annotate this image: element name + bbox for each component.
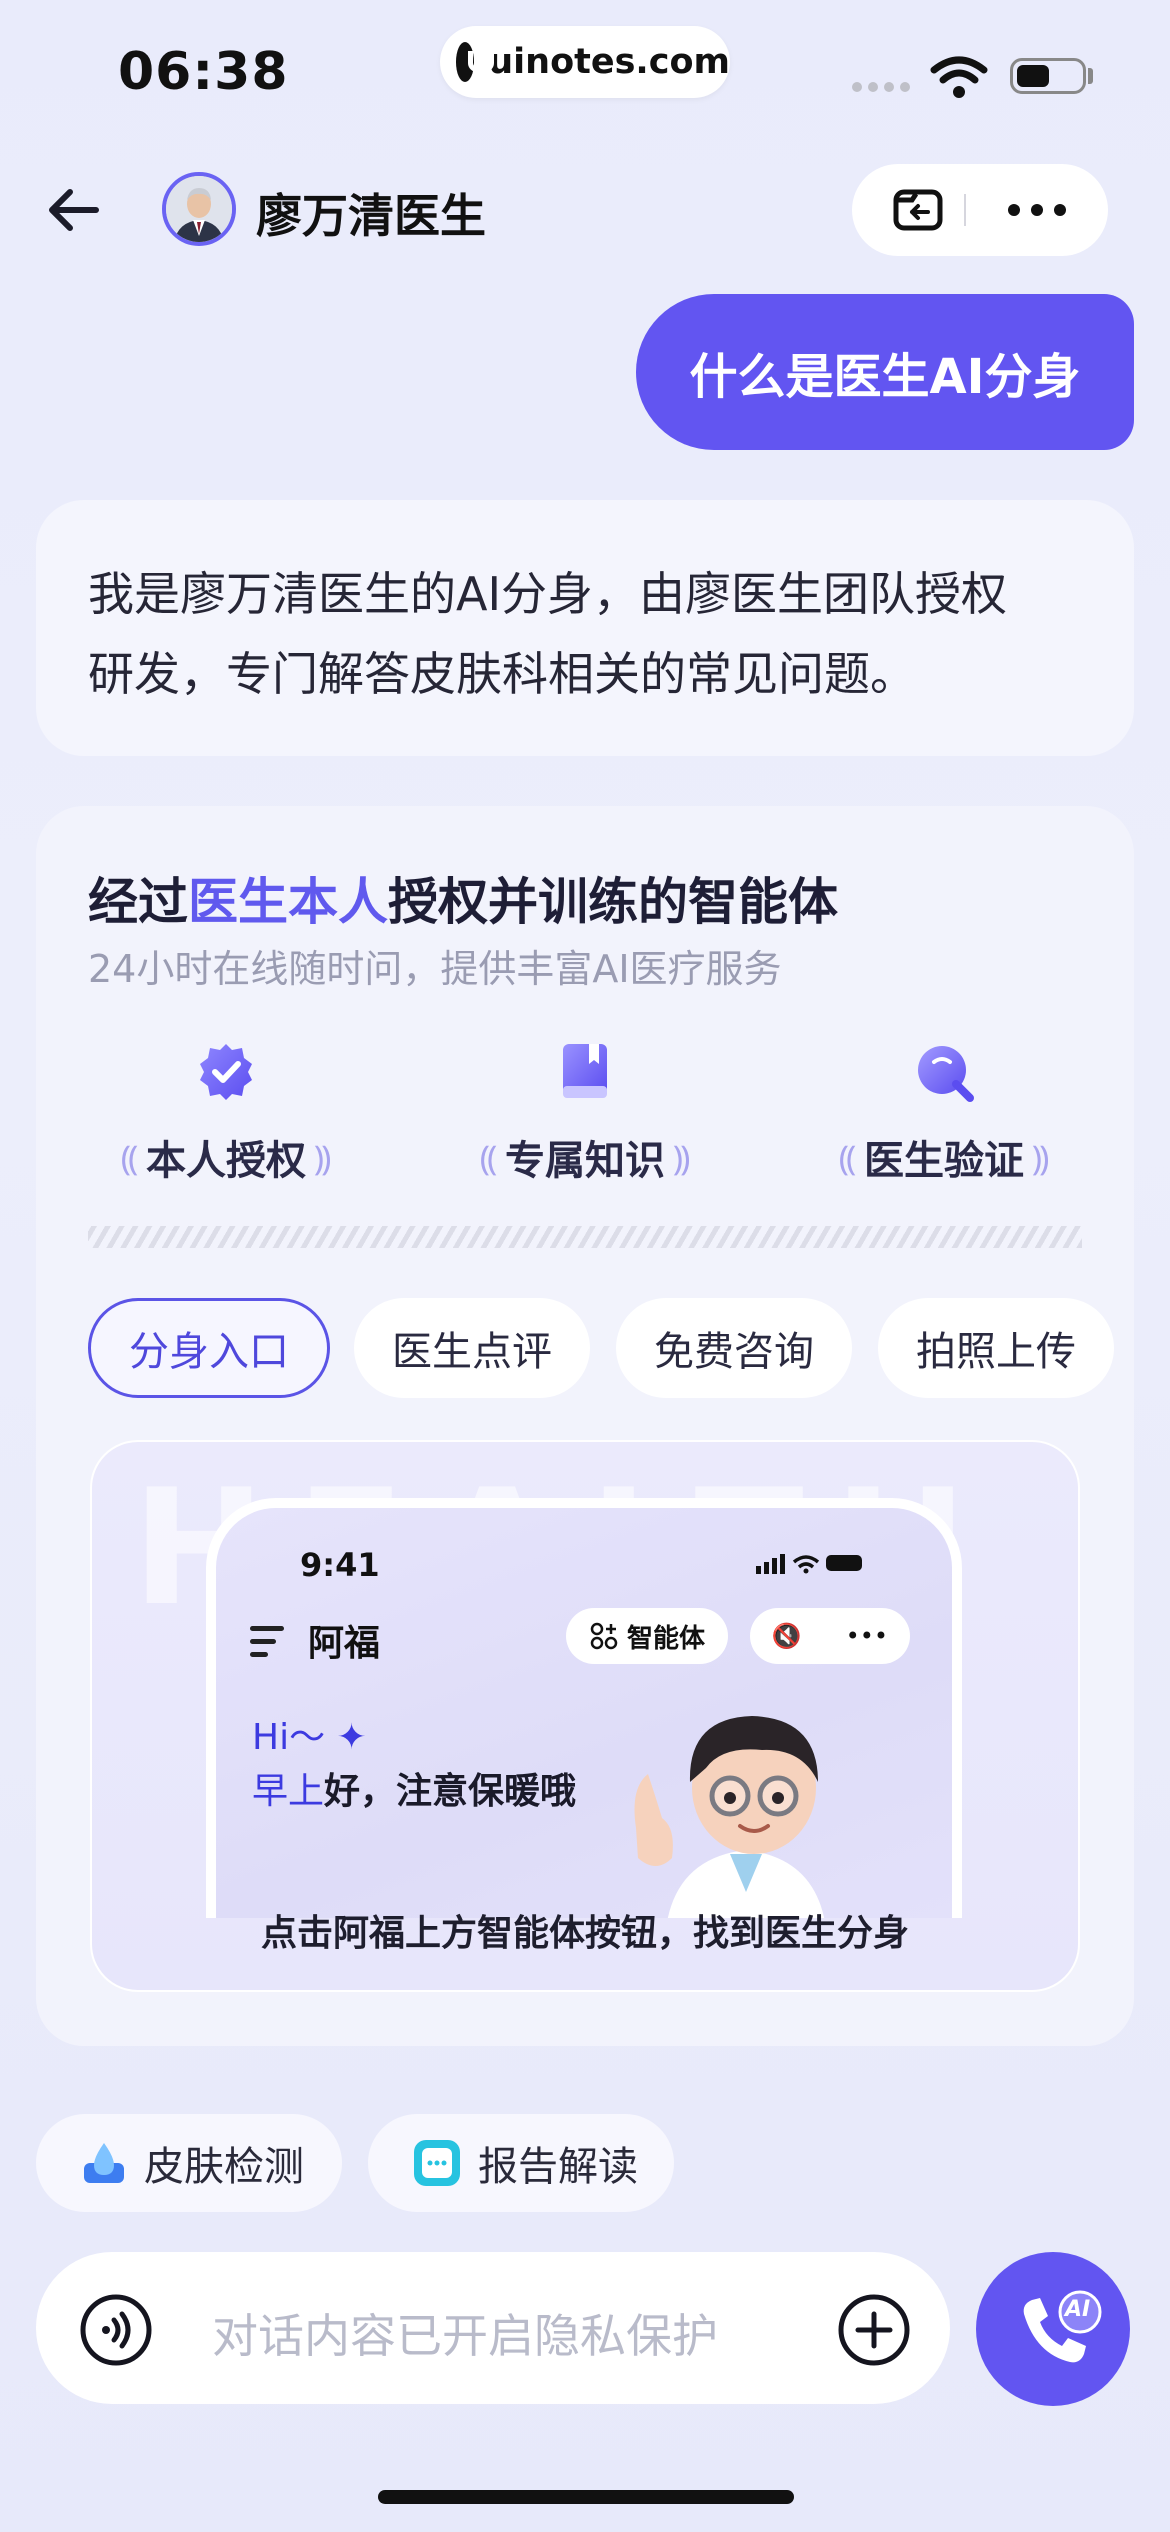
mockup-menu-icon bbox=[250, 1626, 284, 1665]
mockup-time: 9:41 bbox=[300, 1546, 380, 1584]
card-subtitle: 24小时在线随时问，提供丰富AI医疗服务 bbox=[88, 947, 782, 991]
mockup-mute-more: 🔇 ••• bbox=[750, 1608, 910, 1664]
more-icon[interactable] bbox=[1002, 200, 1072, 220]
avatar-entry-promo[interactable]: HEALTH 9:41 阿福 智能体 🔇 ••• Hi～ ✦ 早上好，注意保暖哦 bbox=[90, 1440, 1080, 1992]
add-icon[interactable] bbox=[836, 2292, 912, 2368]
feature-verified: ⸨ 医生验证 ⸩ bbox=[814, 1040, 1074, 1186]
url-pill: uinotes.com bbox=[440, 26, 730, 98]
phone-call-icon bbox=[1023, 2290, 1102, 2363]
battery-icon bbox=[1010, 58, 1086, 94]
quick-skin-check[interactable]: 皮肤检测 bbox=[36, 2114, 342, 2212]
battery-cap bbox=[1088, 68, 1093, 84]
feature-label: 医生验证 bbox=[864, 1138, 1024, 1184]
home-indicator bbox=[378, 2490, 794, 2504]
doctor-name[interactable]: 廖万清医生 bbox=[256, 180, 486, 246]
card-title: 经过医生本人授权并训练的智能体 bbox=[88, 873, 838, 931]
doctor-avatar[interactable] bbox=[162, 172, 236, 246]
back-arrow-icon[interactable] bbox=[44, 180, 104, 240]
mute-icon: 🔇 bbox=[771, 1622, 802, 1650]
feature-authorized: ⸨ 本人授权 ⸩ bbox=[96, 1040, 356, 1186]
quick-report-interpret[interactable]: 报告解读 bbox=[368, 2114, 674, 2212]
cellular-signal-icon bbox=[852, 82, 910, 92]
ai-badge: AI bbox=[1065, 2297, 1091, 2322]
mockup-greeting: 早上好，注意保暖哦 bbox=[252, 1771, 577, 1812]
card-title-highlight: 医生本人 bbox=[188, 873, 388, 931]
wifi-icon bbox=[930, 56, 988, 98]
afu-cartoon-doctor-icon bbox=[634, 1716, 825, 1918]
mockup-agent-button: 智能体 bbox=[566, 1608, 728, 1664]
tab-free-consult[interactable]: 免费咨询 bbox=[616, 1298, 852, 1398]
header-actions bbox=[852, 164, 1108, 256]
header-separator bbox=[964, 194, 966, 226]
folder-back-icon[interactable] bbox=[888, 180, 948, 240]
message-input[interactable]: 对话内容已开启隐私保护 bbox=[212, 2300, 718, 2366]
mockup-agent-label: 智能体 bbox=[626, 1623, 705, 1654]
feature-knowledge: ⸨ 专属知识 ⸩ bbox=[455, 1040, 715, 1186]
feature-label: 本人授权 bbox=[146, 1138, 306, 1184]
shield-check-icon bbox=[200, 1044, 252, 1100]
ai-message-line: 研发，专门解答皮肤科相关的常见问题。 bbox=[88, 647, 916, 701]
mockup-more-icon: ••• bbox=[845, 1622, 889, 1650]
url-text: uinotes.com bbox=[488, 42, 730, 82]
divider-hatch bbox=[88, 1226, 1082, 1248]
agent-grid-icon bbox=[590, 1622, 618, 1650]
ai-call-button[interactable]: AI bbox=[976, 2252, 1130, 2406]
voice-input-icon[interactable] bbox=[78, 2292, 154, 2368]
tab-avatar-entry[interactable]: 分身入口 bbox=[88, 1298, 330, 1398]
mockup-hi: Hi～ ✦ bbox=[252, 1717, 367, 1758]
quick-action-label: 报告解读 bbox=[478, 2144, 638, 2190]
feature-label: 专属知识 bbox=[505, 1138, 665, 1184]
uinotes-logo-icon bbox=[456, 42, 495, 82]
mockup-assistant-name: 阿福 bbox=[308, 1623, 381, 1664]
report-chat-icon bbox=[414, 2140, 460, 2186]
ai-message-bubble[interactable]: 我是廖万清医生的AI分身，由廖医生团队授权 研发，专门解答皮肤科相关的常见问题。 bbox=[36, 500, 1134, 756]
book-icon bbox=[563, 1044, 607, 1098]
magnifier-icon bbox=[918, 1046, 974, 1102]
ai-message-line: 我是廖万清医生的AI分身，由廖医生团队授权 bbox=[88, 567, 1008, 621]
doctor-portrait-icon bbox=[166, 176, 232, 242]
tab-doctor-review[interactable]: 医生点评 bbox=[354, 1298, 590, 1398]
quick-action-label: 皮肤检测 bbox=[144, 2144, 304, 2190]
skin-drop-icon bbox=[84, 2143, 124, 2183]
status-time: 06:38 bbox=[118, 42, 289, 102]
phone-mockup: 9:41 阿福 智能体 🔇 ••• Hi～ ✦ 早上好，注意保暖哦 bbox=[206, 1498, 962, 1918]
user-message-bubble[interactable]: 什么是医生AI分身 bbox=[636, 294, 1134, 450]
mockup-status-icons bbox=[756, 1554, 862, 1574]
promo-caption: 点击阿福上方智能体按钮，找到医生分身 bbox=[260, 1913, 909, 1954]
tab-photo-upload[interactable]: 拍照上传 bbox=[878, 1298, 1114, 1398]
